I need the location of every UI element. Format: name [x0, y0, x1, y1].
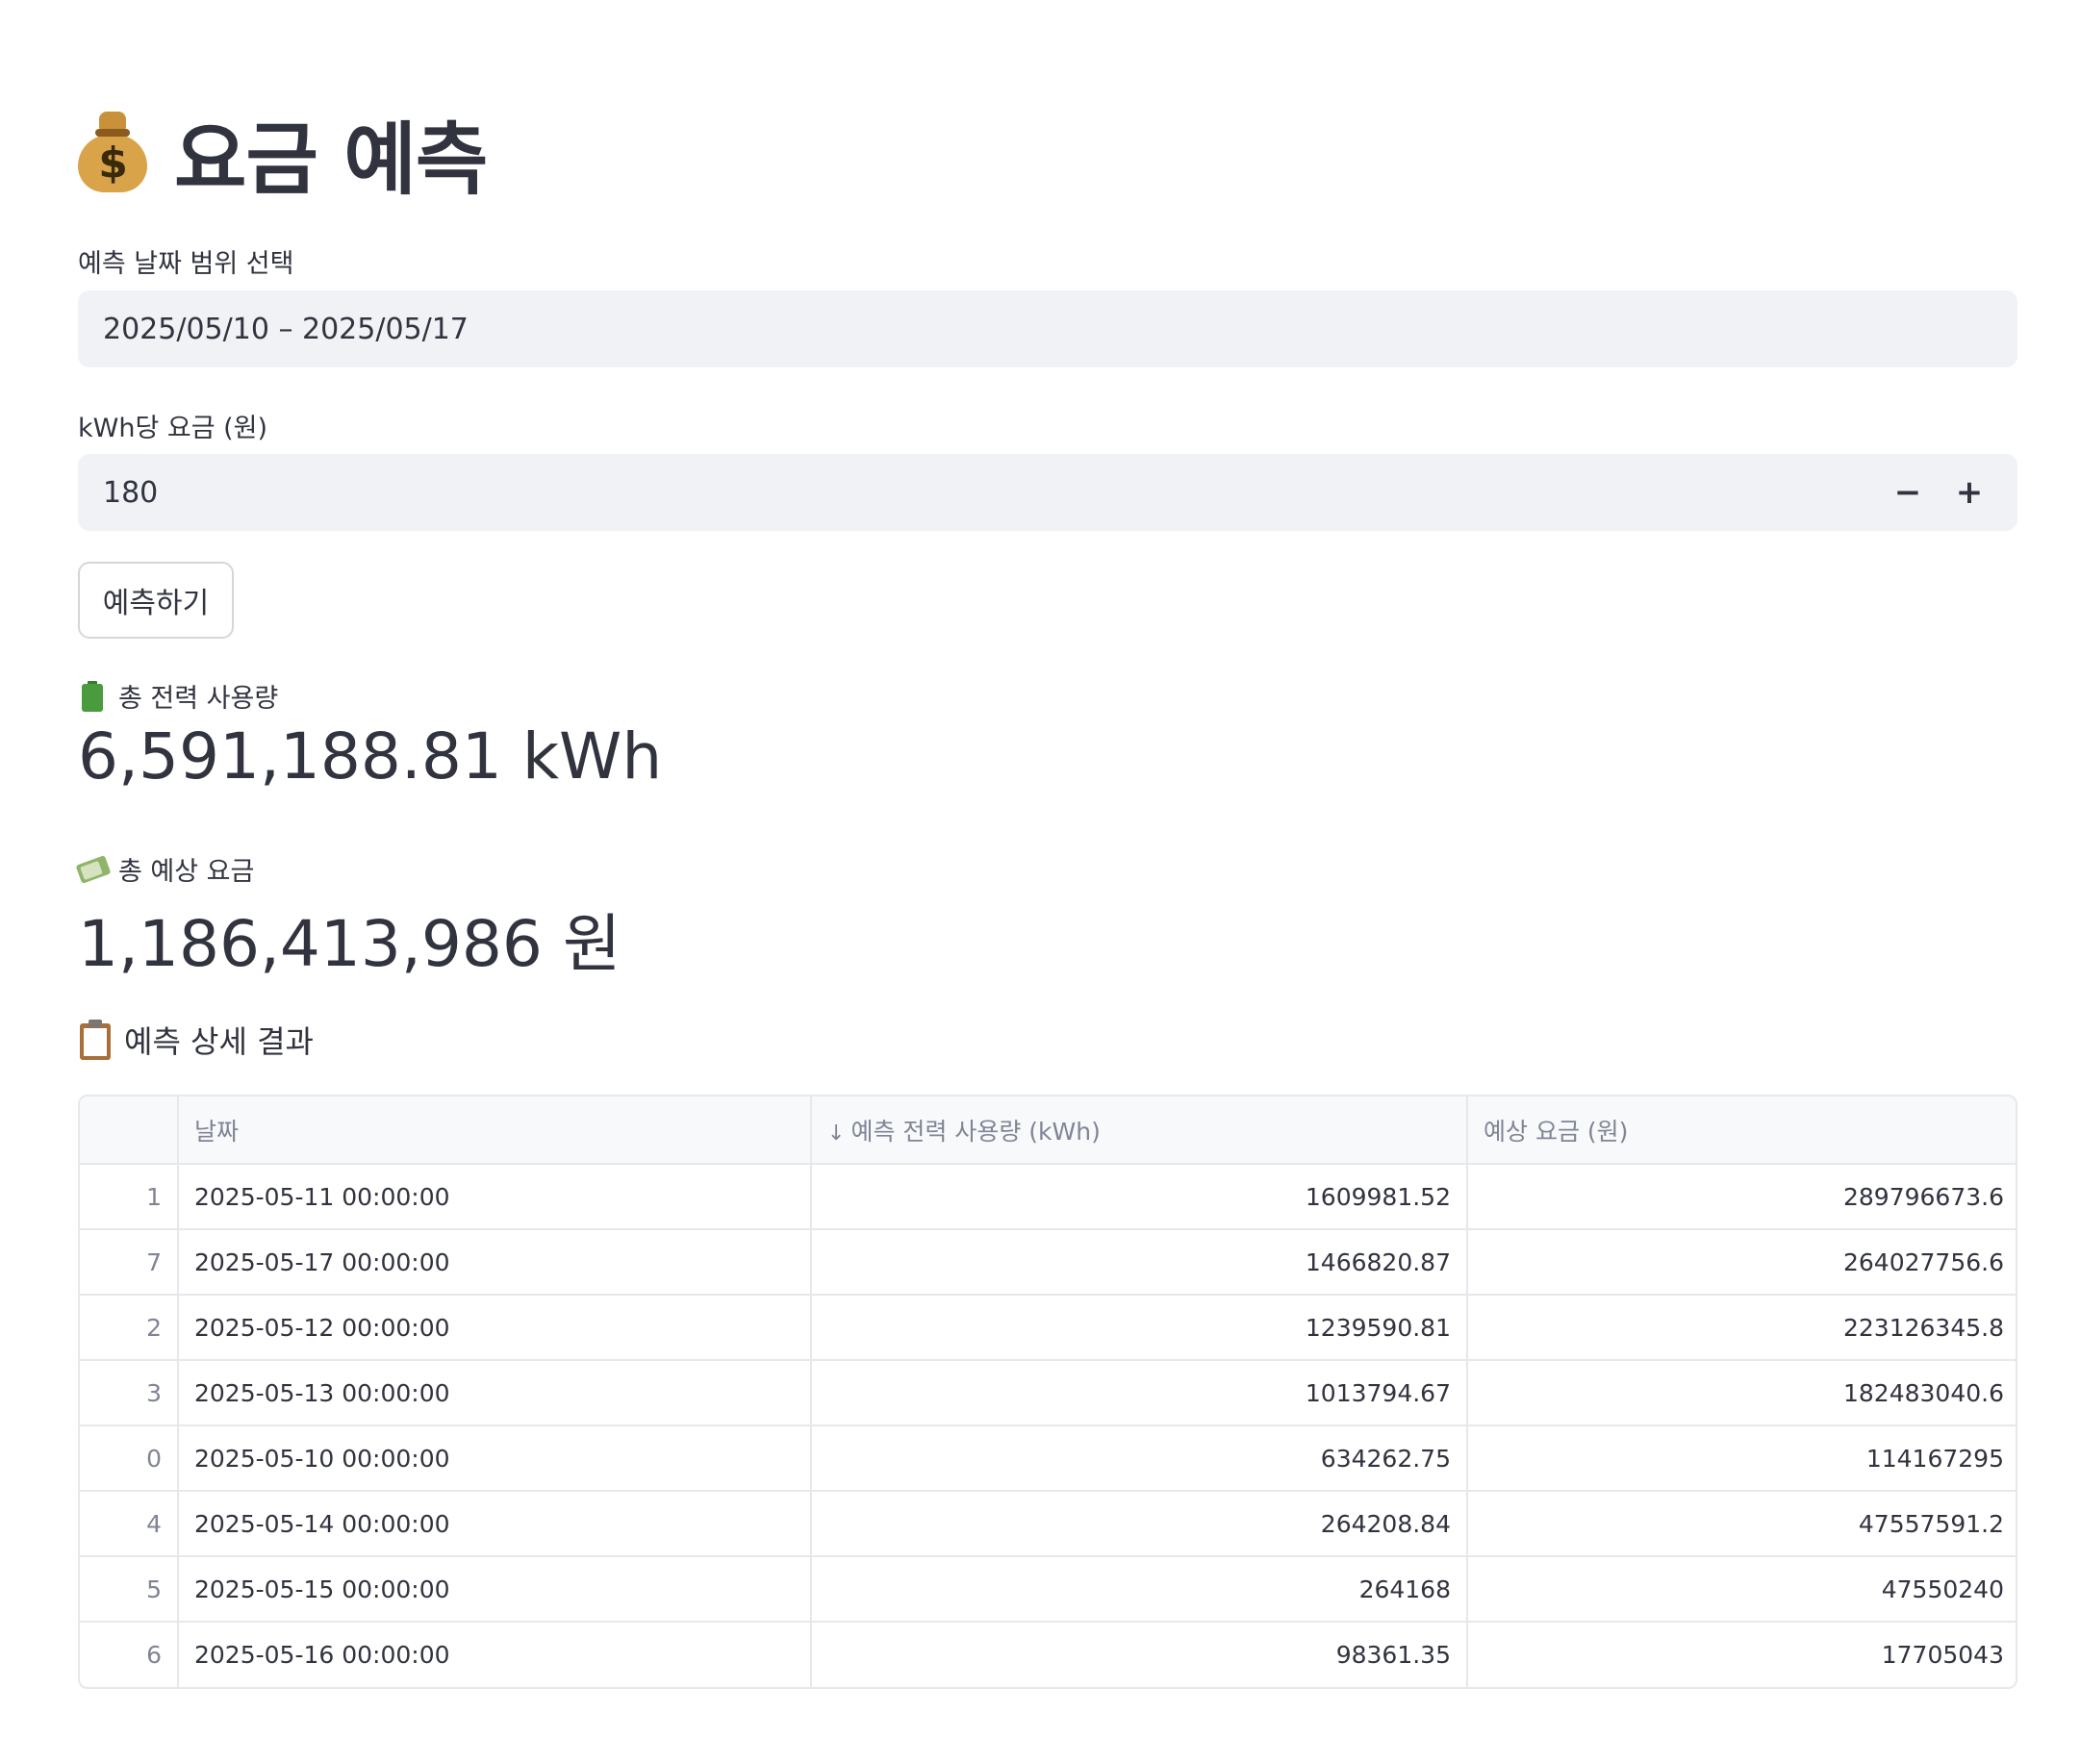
- cell-cost[interactable]: 114167295: [1467, 1425, 2016, 1492]
- cell-cost[interactable]: 47557591.2: [1467, 1491, 2016, 1557]
- cell-cost[interactable]: 182483040.6: [1467, 1360, 2016, 1426]
- cell-usage[interactable]: 634262.75: [811, 1425, 1468, 1492]
- cell-usage[interactable]: 1239590.81: [811, 1295, 1468, 1361]
- column-header-date[interactable]: 날짜: [178, 1096, 812, 1165]
- row-index[interactable]: 4: [80, 1491, 179, 1557]
- row-index[interactable]: 1: [80, 1164, 179, 1230]
- column-header-cost[interactable]: 예상 요금 (원): [1467, 1096, 2016, 1165]
- cell-date[interactable]: 2025-05-14 00:00:00: [178, 1491, 812, 1557]
- table-row: 1 2025-05-11 00:00:00 1609981.52 289796673.…: [80, 1164, 2016, 1230]
- table-row: 2 2025-05-12 00:00:00 1239590.81 223126345.…: [80, 1295, 2016, 1361]
- date-range-input[interactable]: 2025/05/10 – 2025/05/17: [78, 290, 2017, 367]
- row-index[interactable]: 6: [80, 1622, 179, 1687]
- cell-usage[interactable]: 1609981.52: [811, 1164, 1468, 1230]
- row-index[interactable]: 3: [80, 1360, 179, 1426]
- cell-date[interactable]: 2025-05-13 00:00:00: [178, 1360, 812, 1426]
- details-heading: 예측 상세 결과: [78, 1018, 314, 1062]
- total-cost-value: 1,186,413,986 원: [78, 907, 621, 981]
- rate-stepper: − +: [1877, 454, 2000, 531]
- total-usage-value: 6,591,188.81 kWh: [78, 719, 663, 794]
- page-title-text: 요금 예측: [174, 113, 488, 206]
- cell-date[interactable]: 2025-05-16 00:00:00: [178, 1622, 812, 1687]
- total-cost-label-text: 총 예상 요금: [118, 857, 255, 887]
- cell-date[interactable]: 2025-05-10 00:00:00: [178, 1425, 812, 1492]
- cell-date[interactable]: 2025-05-11 00:00:00: [178, 1164, 812, 1230]
- cell-date[interactable]: 2025-05-15 00:00:00: [178, 1556, 812, 1623]
- results-table: 날짜 ↓ 예측 전력 사용량 (kWh) 예상 요금 (원) 1 2025-05-1…: [78, 1095, 2017, 1689]
- cell-cost[interactable]: 47550240: [1467, 1556, 2016, 1623]
- rate-number-input[interactable]: 180 − +: [78, 454, 2017, 531]
- money-bag-icon: $: [78, 112, 147, 192]
- cell-usage[interactable]: 264208.84: [811, 1491, 1468, 1557]
- page-title: $ 요금 예측: [78, 104, 488, 206]
- cell-date[interactable]: 2025-05-17 00:00:00: [178, 1229, 812, 1296]
- row-index[interactable]: 2: [80, 1295, 179, 1361]
- table-row: 3 2025-05-13 00:00:00 1013794.67 182483040.…: [80, 1360, 2016, 1426]
- table-row: 7 2025-05-17 00:00:00 1466820.87 264027756.…: [80, 1229, 2016, 1296]
- cell-usage[interactable]: 264168: [811, 1556, 1468, 1623]
- cell-date[interactable]: 2025-05-12 00:00:00: [178, 1295, 812, 1361]
- battery-icon: [78, 680, 107, 712]
- cell-usage[interactable]: 98361.35: [811, 1622, 1468, 1687]
- cell-usage[interactable]: 1013794.67: [811, 1360, 1468, 1426]
- table-row: 6 2025-05-16 00:00:00 98361.35 17705043: [80, 1622, 2016, 1687]
- row-index[interactable]: 0: [80, 1425, 179, 1492]
- details-heading-text: 예측 상세 결과: [124, 1023, 314, 1060]
- date-range-value: 2025/05/10 – 2025/05/17: [103, 312, 469, 346]
- cell-cost[interactable]: 289796673.6: [1467, 1164, 2016, 1230]
- cell-cost[interactable]: 223126345.8: [1467, 1295, 2016, 1361]
- increment-button[interactable]: +: [1939, 454, 2000, 531]
- table-header-row: 날짜 ↓ 예측 전력 사용량 (kWh) 예상 요금 (원): [80, 1096, 2016, 1165]
- table-row: 5 2025-05-15 00:00:00 264168 47550240: [80, 1556, 2016, 1623]
- table-row: 0 2025-05-10 00:00:00 634262.75 114167295: [80, 1425, 2016, 1492]
- total-cost-label: 총 예상 요금: [75, 850, 255, 888]
- rate-label: kWh당 요금 (원): [78, 414, 268, 443]
- row-index[interactable]: 5: [80, 1556, 179, 1623]
- row-index[interactable]: 7: [80, 1229, 179, 1296]
- column-header-usage[interactable]: ↓ 예측 전력 사용량 (kWh): [811, 1096, 1468, 1165]
- sort-descending-icon: ↓: [827, 1121, 846, 1146]
- cell-usage[interactable]: 1466820.87: [811, 1229, 1468, 1296]
- column-header-usage-label: 예측 전력 사용량 (kWh): [850, 1117, 1101, 1146]
- predict-button[interactable]: 예측하기: [78, 562, 234, 639]
- cell-cost[interactable]: 264027756.6: [1467, 1229, 2016, 1296]
- total-usage-label: 총 전력 사용량: [78, 677, 278, 715]
- decrement-button[interactable]: −: [1877, 454, 1939, 531]
- total-usage-label-text: 총 전력 사용량: [118, 684, 279, 714]
- money-with-wings-icon: [75, 854, 112, 885]
- rate-value: 180: [103, 475, 159, 510]
- date-range-label: 예측 날짜 범위 선택: [78, 249, 294, 279]
- column-header-index[interactable]: [80, 1096, 179, 1165]
- cell-cost[interactable]: 17705043: [1467, 1622, 2016, 1687]
- clipboard-icon: [78, 1020, 113, 1060]
- table-row: 4 2025-05-14 00:00:00 264208.84 47557591.2: [80, 1491, 2016, 1557]
